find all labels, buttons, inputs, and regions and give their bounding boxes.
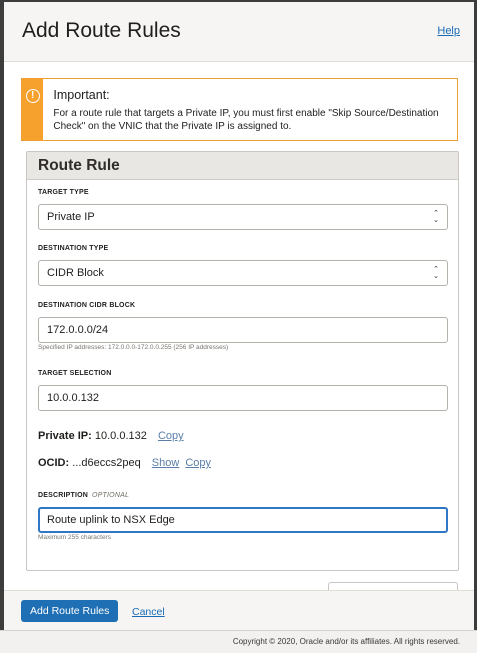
dialog-header: Add Route Rules Help: [4, 2, 474, 62]
destination-cidr-input[interactable]: 172.0.0.0/24: [38, 317, 448, 343]
cancel-link[interactable]: Cancel: [132, 606, 165, 618]
dialog-body[interactable]: ! Important: For a route rule that targe…: [4, 62, 474, 590]
private-ip-label: Private IP:: [38, 430, 92, 442]
destination-cidr-value: 172.0.0.0/24: [47, 324, 109, 336]
destination-cidr-helper: Specified IP addresses: 172.0.0.0-172.0.…: [38, 344, 229, 351]
description-optional-label: OPTIONAL: [92, 492, 130, 499]
ocid-row: OCID: ...d6eccs2peq Show Copy: [38, 457, 211, 469]
alert-heading: Important:: [53, 88, 110, 102]
destination-type-select[interactable]: CIDR Block ⌃ ⌄: [38, 260, 448, 286]
private-ip-row: Private IP: 10.0.0.132 Copy: [38, 430, 184, 442]
add-route-rules-button[interactable]: Add Route Rules: [21, 600, 119, 622]
target-type-select[interactable]: Private IP ⌃ ⌄: [38, 204, 448, 230]
help-link[interactable]: Help: [437, 25, 460, 37]
description-label-text: DESCRIPTION: [38, 492, 89, 499]
description-value: Route uplink to NSX Edge: [47, 514, 175, 526]
another-route-rule-button[interactable]: [328, 582, 458, 590]
chevron-up-down-icon: ⌃ ⌄: [433, 266, 439, 280]
ocid-value: ...d6eccs2peq: [72, 457, 141, 469]
description-label: DESCRIPTION OPTIONAL: [38, 492, 129, 499]
copy-ocid-link[interactable]: Copy: [185, 457, 211, 469]
target-selection-input[interactable]: 10.0.0.132: [38, 385, 448, 411]
chevron-up-down-icon: ⌃ ⌄: [433, 210, 439, 224]
info-circle-icon: !: [25, 89, 40, 103]
add-route-rules-dialog: Add Route Rules Help ! Important: For a …: [4, 2, 474, 630]
private-ip-value: 10.0.0.132: [94, 430, 147, 442]
page-footer: Copyright © 2020, Oracle and/or its affi…: [0, 630, 477, 653]
target-selection-value: 10.0.0.132: [47, 392, 99, 404]
alert-text: For a route rule that targets a Private …: [53, 108, 439, 132]
important-alert: ! Important: For a route rule that targe…: [21, 78, 458, 141]
description-input[interactable]: Route uplink to NSX Edge: [38, 507, 448, 533]
destination-type-label: DESTINATION TYPE: [38, 245, 109, 252]
target-type-value: Private IP: [47, 211, 95, 223]
alert-strip: !: [22, 79, 44, 140]
description-helper: Maximum 255 characters: [38, 534, 111, 541]
route-rule-title: Route Rule: [27, 152, 458, 180]
dialog-title: Add Route Rules: [22, 19, 181, 42]
destination-type-value: CIDR Block: [47, 267, 104, 279]
target-type-label: TARGET TYPE: [38, 189, 89, 196]
ocid-label: OCID:: [38, 457, 70, 469]
copy-private-ip-link[interactable]: Copy: [158, 430, 184, 442]
show-ocid-link[interactable]: Show: [152, 457, 180, 469]
dialog-footer: Add Route Rules Cancel: [4, 590, 474, 630]
destination-cidr-label: DESTINATION CIDR BLOCK: [38, 302, 136, 309]
target-selection-label: TARGET SELECTION: [38, 370, 112, 377]
route-rule-panel: Route Rule TARGET TYPE Private IP ⌃ ⌄ DES…: [26, 151, 459, 571]
copyright-text: Copyright © 2020, Oracle and/or its affi…: [232, 637, 460, 646]
alert-body: Important: For a route rule that targets…: [43, 79, 457, 140]
